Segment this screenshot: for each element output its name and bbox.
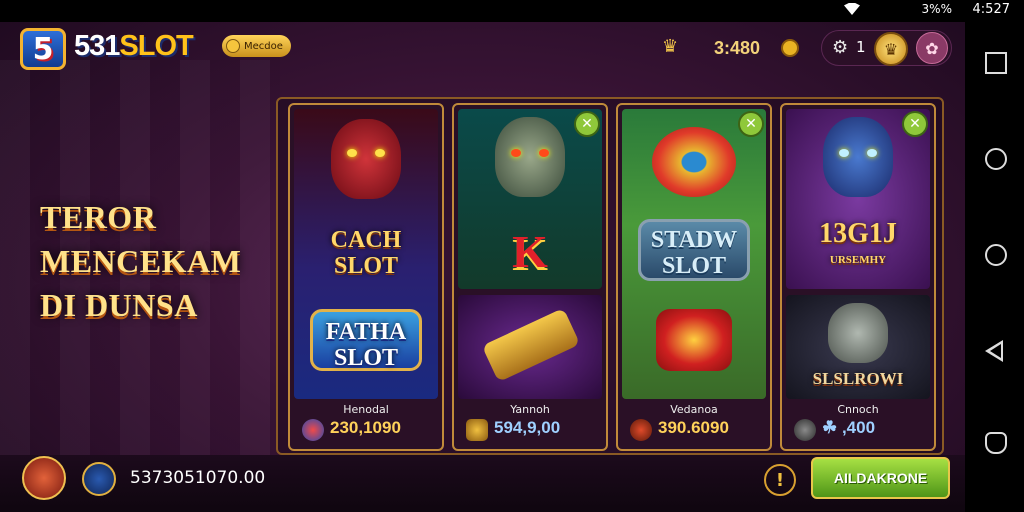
crown-icon[interactable]: ♛: [662, 36, 678, 57]
coin-icon[interactable]: [781, 39, 799, 57]
game-icon: [302, 419, 324, 441]
vampire-face: [495, 117, 565, 197]
brand-name: 531SLOT: [74, 30, 194, 63]
android-nav-bar: [965, 22, 1024, 512]
game-art-wheel: STADW SLOT: [622, 109, 766, 399]
game-jackpot: 230,1090: [330, 418, 401, 437]
gear-icon[interactable]: ⚙: [832, 37, 848, 58]
game-name: Vedanoa: [670, 403, 718, 416]
gear-count: 1: [856, 38, 866, 56]
assistant-icon[interactable]: [985, 244, 1007, 266]
game-art-vampire: K: [458, 109, 602, 289]
close-icon[interactable]: ✕: [902, 111, 928, 137]
back-icon[interactable]: [985, 340, 1003, 362]
game-subtitle: URSEMHY: [829, 254, 887, 266]
keyboard-icon[interactable]: [985, 432, 1007, 454]
close-icon[interactable]: ✕: [738, 111, 764, 137]
crown-button[interactable]: ♛: [874, 32, 908, 66]
wifi-icon: [844, 3, 860, 15]
slot-drum-icon: [656, 309, 732, 371]
deposit-button[interactable]: AILDAKRONE: [811, 457, 950, 499]
app-logo[interactable]: 5: [20, 28, 66, 70]
game-art-reels: [458, 295, 602, 399]
game-name: Cnnoch: [837, 403, 879, 416]
status-time: 4:527: [972, 2, 1010, 17]
avatar[interactable]: [22, 456, 66, 500]
game-title-top: CACH SLOT: [330, 227, 402, 279]
game-jackpot: 390.6090: [658, 418, 729, 437]
home-icon[interactable]: [985, 148, 1007, 170]
demon-face: [331, 119, 401, 199]
game-cards-panel: CACH SLOT FATHA SLOT Henodal 230,1090 ✕ K: [276, 97, 944, 455]
game-title-bottom: STADW SLOT: [650, 227, 738, 279]
game-jackpot: 594,9,00: [494, 418, 561, 437]
game-title-bottom: SLSLROWI: [812, 369, 904, 388]
game-icon: [630, 419, 652, 441]
promo-line-3: DI DUNSA: [40, 287, 198, 323]
promo-line-2: MENCEKAM: [40, 243, 242, 279]
promo-headline: TEROR MENCEKAM DI DUNSA: [40, 195, 280, 327]
game-art-ghoul: 13G1J URSEMHY: [786, 109, 930, 289]
ghoul-face: [823, 117, 893, 197]
game-title-bottom: FATHA SLOT: [325, 319, 407, 371]
game-card[interactable]: CACH SLOT FATHA SLOT Henodal 230,1090: [288, 103, 444, 451]
game-icon: [466, 419, 488, 441]
game-footer: Yannoh 594,9,00: [458, 401, 602, 445]
star-button[interactable]: ✿: [916, 32, 948, 64]
game-title-top: K: [512, 226, 548, 277]
status-indicators: 3%%: [921, 2, 952, 16]
vip-emblem-icon[interactable]: [82, 462, 116, 496]
vip-badge-label: Mecdoe: [244, 40, 283, 52]
promo-line-1: TEROR: [40, 199, 157, 235]
game-jackpot: ☘ ,400: [822, 418, 876, 437]
recents-icon[interactable]: [985, 52, 1007, 74]
skull-icon: [828, 303, 888, 363]
reel-icon: [481, 307, 581, 383]
wheel-icon: [652, 127, 736, 197]
game-card[interactable]: ✕ K Yannoh 594,9,00: [452, 103, 608, 451]
game-art-skull: SLSLROWI: [786, 295, 930, 399]
player-balance: 5373051070.00: [130, 468, 266, 488]
brand-prefix: 531: [74, 30, 120, 62]
game-footer: Henodal 230,1090: [294, 401, 438, 445]
game-name: Henodal: [343, 403, 389, 416]
game-card[interactable]: ✕ STADW SLOT Vedanoa 390.6090: [616, 103, 772, 451]
coin-balance: 3:480: [714, 38, 761, 58]
info-button[interactable]: !: [764, 464, 796, 496]
game-name: Yannoh: [510, 403, 550, 416]
status-bar: 3%% 4:527: [0, 0, 1024, 22]
vip-badge[interactable]: Mecdoe: [222, 35, 291, 57]
game-title-top: 13G1J: [819, 218, 897, 249]
medal-icon: [226, 39, 240, 53]
game-footer: Cnnoch ☘ ,400: [786, 401, 930, 445]
game-card[interactable]: ✕ 13G1J URSEMHY SLSLROWI Cnnoch ☘ ,400: [780, 103, 936, 451]
brand-suffix: SLOT: [119, 30, 193, 62]
close-icon[interactable]: ✕: [574, 111, 600, 137]
game-footer: Vedanoa 390.6090: [622, 401, 766, 445]
game-art-demon: CACH SLOT FATHA SLOT: [294, 109, 438, 399]
game-icon: [794, 419, 816, 441]
game-lobby: 5 531SLOT Mecdoe ♛ 3:480 ⚙ 1 ♛ ✿ TEROR M…: [0, 0, 965, 512]
